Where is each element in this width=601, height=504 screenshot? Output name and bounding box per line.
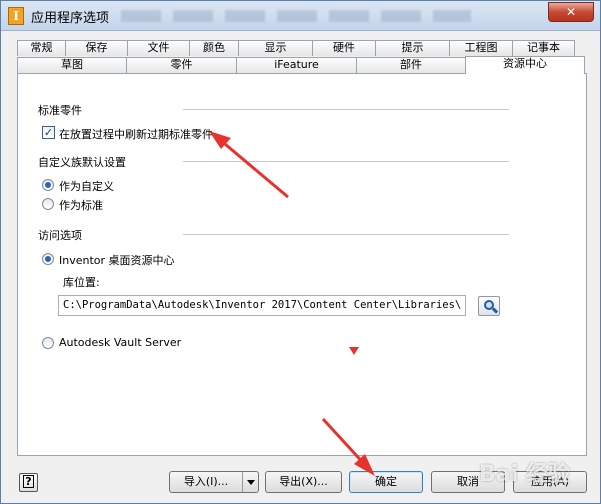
application-options-dialog: I 应用程序选项 ✕ 常规 保存 文件 颜色 显示 硬件 提示 工程图 记事本 … <box>0 0 601 504</box>
inventor-desktop-label[interactable]: Inventor 桌面资源中心 <box>59 252 175 268</box>
tab-general[interactable]: 常规 <box>17 40 66 56</box>
title-bar[interactable]: I 应用程序选项 ✕ <box>1 1 600 31</box>
blurred-title-area <box>121 10 471 22</box>
tab-content-center[interactable]: 资源中心 <box>465 56 585 74</box>
tab-colors[interactable]: 颜色 <box>189 40 239 56</box>
watermark: Bai 经验 <box>479 462 570 487</box>
custom-family-heading: 自定义族默认设置 <box>38 156 126 169</box>
tab-part[interactable]: 零件 <box>126 57 237 73</box>
help-icon: ? <box>23 475 34 488</box>
import-label: 导入(I)... <box>183 475 229 488</box>
tab-drawing[interactable]: 工程图 <box>449 40 513 56</box>
tab-sketch[interactable]: 草图 <box>17 57 127 73</box>
standard-parts-divider <box>183 109 509 110</box>
access-options-heading: 访问选项 <box>38 229 82 242</box>
as-custom-radio[interactable] <box>42 179 54 191</box>
tab-display[interactable]: 显示 <box>238 40 313 56</box>
tab-file[interactable]: 文件 <box>127 40 190 56</box>
dropdown-arrow-icon[interactable] <box>242 472 258 492</box>
tab-ifeature[interactable]: iFeature <box>236 57 357 73</box>
tab-notebook[interactable]: 记事本 <box>512 40 575 56</box>
window-title: 应用程序选项 <box>31 11 110 26</box>
export-button[interactable]: 导出(X)... <box>265 471 342 493</box>
tab-row-top: 常规 保存 文件 颜色 显示 硬件 提示 工程图 记事本 <box>17 40 575 56</box>
as-standard-radio[interactable] <box>42 198 54 210</box>
tab-row-bottom: 草图 零件 iFeature 部件 资源中心 <box>17 56 585 74</box>
standard-parts-heading: 标准零件 <box>38 104 82 117</box>
browse-button[interactable] <box>478 296 500 316</box>
help-button[interactable]: ? <box>19 473 38 492</box>
inventor-app-icon: I <box>8 7 24 25</box>
custom-family-divider <box>183 161 509 162</box>
close-button[interactable]: ✕ <box>548 2 594 22</box>
tab-prompts[interactable]: 提示 <box>375 40 450 56</box>
inventor-desktop-radio[interactable] <box>42 253 54 265</box>
access-options-divider <box>183 234 509 235</box>
library-location-label: 库位置: <box>63 276 100 289</box>
tab-assembly[interactable]: 部件 <box>356 57 466 73</box>
library-path-field[interactable]: C:\ProgramData\Autodesk\Inventor 2017\Co… <box>58 295 466 316</box>
tab-save[interactable]: 保存 <box>65 40 128 56</box>
vault-server-radio[interactable] <box>42 337 54 349</box>
refresh-parts-checkbox[interactable]: ✓ <box>42 126 55 139</box>
ok-button[interactable]: 确定 <box>349 471 423 493</box>
as-standard-label[interactable]: 作为标准 <box>59 197 103 213</box>
magnifier-handle-icon <box>491 307 499 314</box>
vault-server-label[interactable]: Autodesk Vault Server <box>59 336 181 349</box>
as-custom-label[interactable]: 作为自定义 <box>59 178 114 194</box>
tab-hardware[interactable]: 硬件 <box>312 40 376 56</box>
import-button[interactable]: 导入(I)... <box>169 471 259 493</box>
refresh-parts-label[interactable]: 在放置过程中刷新过期标准零件 <box>59 126 213 142</box>
